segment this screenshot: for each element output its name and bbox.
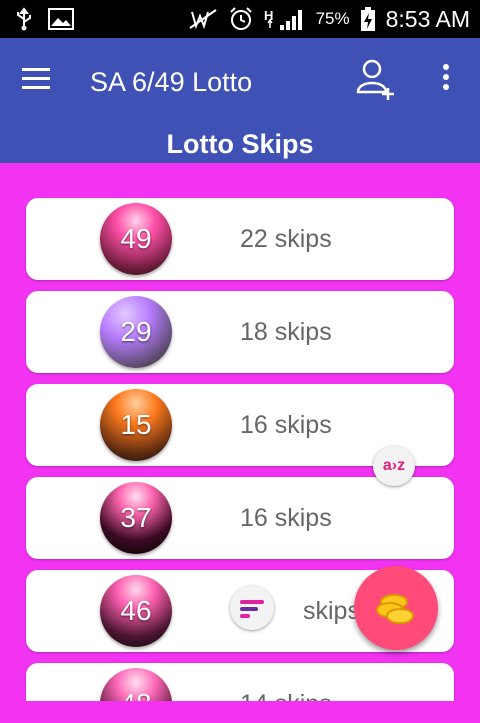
page-heading: Lotto Skips: [166, 129, 314, 159]
battery-percent: 75%: [315, 9, 350, 28]
az-label: a›z: [382, 457, 406, 474]
usb-icon: [17, 7, 31, 31]
add-person-icon[interactable]: [356, 58, 398, 102]
skip-count: skips: [303, 597, 360, 625]
status-right: H 75% 8:53 AM: [188, 0, 470, 38]
list-item[interactable]: 49 22 skips: [26, 198, 454, 280]
skip-count: 16 skips: [240, 411, 332, 439]
battery-icon: [360, 7, 375, 31]
app-title: SA 6/49 Lotto: [90, 67, 253, 97]
more-options-icon[interactable]: [436, 64, 456, 104]
lotto-ball: 37: [100, 482, 172, 554]
lotto-ball: 15: [100, 389, 172, 461]
list-item[interactable]: 29 18 skips: [26, 291, 454, 373]
sort-alphabetical-button[interactable]: a›z: [373, 446, 415, 486]
lotto-ball: 49: [100, 203, 172, 275]
skip-count: 18 skips: [240, 318, 332, 346]
hamburger-menu-icon[interactable]: [22, 62, 62, 102]
skip-count: 14 skips: [240, 663, 332, 701]
status-left-icons: [14, 7, 74, 31]
clock: 8:53 AM: [385, 5, 470, 32]
lotto-ball: 29: [100, 296, 172, 368]
coins-icon: [376, 594, 414, 624]
skip-count: 22 skips: [240, 225, 332, 253]
app-bar: SA 6/49 Lotto Lotto Skips: [0, 38, 480, 163]
lotto-ball: 46: [100, 575, 172, 647]
alarm-icon: [229, 7, 252, 30]
bottom-edge: [0, 701, 480, 723]
list-item[interactable]: 37 16 skips: [26, 477, 454, 559]
image-icon: [48, 8, 74, 30]
coins-fab-button[interactable]: [354, 566, 438, 650]
signal-icon: H: [264, 8, 302, 30]
status-bar: H 75% 8:53 AM: [0, 0, 480, 38]
no-signal-icon: [189, 9, 217, 30]
list-item[interactable]: 48 14 skips: [26, 663, 454, 701]
skip-count: 16 skips: [240, 504, 332, 532]
sort-list-icon[interactable]: [230, 586, 274, 630]
lotto-ball: 48: [100, 668, 172, 701]
